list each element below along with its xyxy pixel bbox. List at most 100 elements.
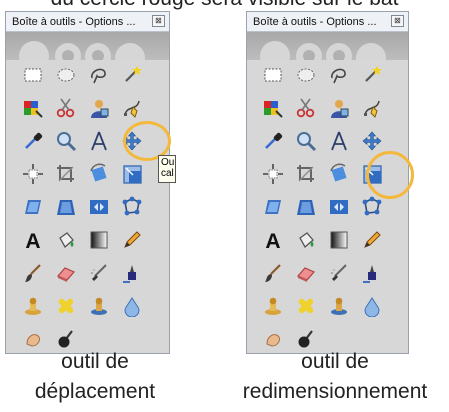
wilber-logo	[260, 41, 386, 60]
color-picker-tool-button[interactable]	[16, 124, 49, 157]
rect-select-tool-button[interactable]	[256, 58, 289, 91]
align-tool-button[interactable]	[256, 157, 289, 190]
zoom-tool-button[interactable]	[49, 124, 82, 157]
perspective-clone-tool-button[interactable]	[322, 289, 355, 322]
color-picker-tool-button[interactable]	[256, 124, 289, 157]
pencil-tool-button[interactable]	[115, 223, 148, 256]
flip-tool-button[interactable]	[322, 190, 355, 223]
perspective-clone-tool-button[interactable]	[82, 289, 115, 322]
clone-tool-button[interactable]	[256, 289, 289, 322]
free-select-tool-button[interactable]	[322, 58, 355, 91]
rect-select-icon	[24, 68, 41, 81]
window-titlebar[interactable]: Boîte à outils - Options ... ⊠	[247, 12, 408, 32]
ellipse-select-tool-button[interactable]	[49, 58, 82, 91]
window-titlebar[interactable]: Boîte à outils - Options ... ⊠	[6, 12, 169, 32]
cage-tool-button[interactable]	[115, 190, 148, 223]
paths-tool-button[interactable]	[355, 91, 388, 124]
heal-icon	[58, 298, 73, 313]
wilber-logo-band	[6, 32, 169, 60]
crop-tool-button[interactable]	[289, 157, 322, 190]
airbrush-icon	[330, 263, 347, 281]
flip-tool-button[interactable]	[82, 190, 115, 223]
eraser-tool-button[interactable]	[49, 256, 82, 289]
measure-tool-button[interactable]	[82, 124, 115, 157]
ellipse-select-tool-button[interactable]	[289, 58, 322, 91]
close-button[interactable]: ⊠	[152, 15, 165, 27]
heal-icon	[298, 298, 313, 313]
free-select-icon	[90, 68, 106, 83]
wilber-logo	[19, 41, 145, 60]
paths-icon	[123, 100, 140, 118]
crop-tool-button[interactable]	[49, 157, 82, 190]
svg-text:A: A	[265, 230, 280, 251]
blend-icon	[90, 231, 107, 248]
text-icon: A	[25, 230, 40, 251]
text-tool-button[interactable]: A	[16, 223, 49, 256]
paintbrush-tool-button[interactable]	[256, 256, 289, 289]
free-select-tool-button[interactable]	[82, 58, 115, 91]
header-partial-text: du cercle rouge sera visible sur le bat	[0, 0, 449, 11]
zoom-icon	[296, 131, 316, 151]
fuzzy-select-tool-button[interactable]	[355, 58, 388, 91]
blend-tool-button[interactable]	[82, 223, 115, 256]
pencil-icon	[363, 230, 381, 248]
blur-tool-button[interactable]	[355, 289, 388, 322]
scissors-tool-button[interactable]	[289, 91, 322, 124]
shear-tool-button[interactable]	[256, 190, 289, 223]
foreground-select-tool-button[interactable]	[82, 91, 115, 124]
measure-tool-button[interactable]	[322, 124, 355, 157]
ink-tool-button[interactable]	[115, 256, 148, 289]
zoom-tool-button[interactable]	[289, 124, 322, 157]
pencil-tool-button[interactable]	[355, 223, 388, 256]
airbrush-tool-button[interactable]	[82, 256, 115, 289]
caption-right-line-1: outil de	[301, 350, 369, 373]
paths-tool-button[interactable]	[115, 91, 148, 124]
foreground-select-tool-button[interactable]	[322, 91, 355, 124]
scale-icon	[122, 164, 142, 184]
perspective-icon	[56, 199, 75, 215]
color-select-icon	[263, 100, 283, 118]
paintbrush-tool-button[interactable]	[16, 256, 49, 289]
blur-icon	[123, 296, 140, 317]
blur-tool-button[interactable]	[115, 289, 148, 322]
airbrush-tool-button[interactable]	[322, 256, 355, 289]
zoom-icon	[56, 131, 76, 151]
heal-tool-button[interactable]	[49, 289, 82, 322]
scissors-tool-button[interactable]	[49, 91, 82, 124]
scale-tool-button[interactable]	[115, 157, 148, 190]
heal-tool-button[interactable]	[289, 289, 322, 322]
foreground-select-icon	[90, 99, 108, 118]
clone-icon	[264, 297, 281, 315]
tooltip: Ou cal	[158, 155, 176, 183]
bucket-fill-tool-button[interactable]	[49, 223, 82, 256]
rect-select-tool-button[interactable]	[16, 58, 49, 91]
rotate-tool-button[interactable]	[82, 157, 115, 190]
eraser-tool-button[interactable]	[289, 256, 322, 289]
move-icon	[362, 131, 381, 150]
clone-icon	[24, 297, 41, 315]
close-button[interactable]: ⊠	[391, 15, 404, 27]
color-select-tool-button[interactable]	[256, 91, 289, 124]
align-tool-button[interactable]	[16, 157, 49, 190]
color-select-tool-button[interactable]	[16, 91, 49, 124]
clone-tool-button[interactable]	[16, 289, 49, 322]
caption-left: outil de déplacement	[0, 347, 190, 407]
tooltip-line-1: Ou	[161, 157, 175, 168]
perspective-tool-button[interactable]	[289, 190, 322, 223]
text-tool-button[interactable]: A	[256, 223, 289, 256]
shear-tool-button[interactable]	[16, 190, 49, 223]
caption-right: outil de redimensionnement	[230, 347, 440, 407]
blend-tool-button[interactable]	[322, 223, 355, 256]
flip-icon	[329, 199, 348, 214]
bucket-fill-tool-button[interactable]	[289, 223, 322, 256]
ink-tool-button[interactable]	[355, 256, 388, 289]
fuzzy-select-tool-button[interactable]	[115, 58, 148, 91]
perspective-tool-button[interactable]	[49, 190, 82, 223]
cage-icon	[362, 196, 381, 215]
perspective-icon	[296, 199, 315, 215]
rotate-tool-button[interactable]	[322, 157, 355, 190]
wilber-logo-band	[247, 32, 408, 60]
svg-text:A: A	[25, 230, 40, 251]
paintbrush-icon	[24, 263, 41, 282]
bucket-fill-icon	[58, 231, 74, 248]
